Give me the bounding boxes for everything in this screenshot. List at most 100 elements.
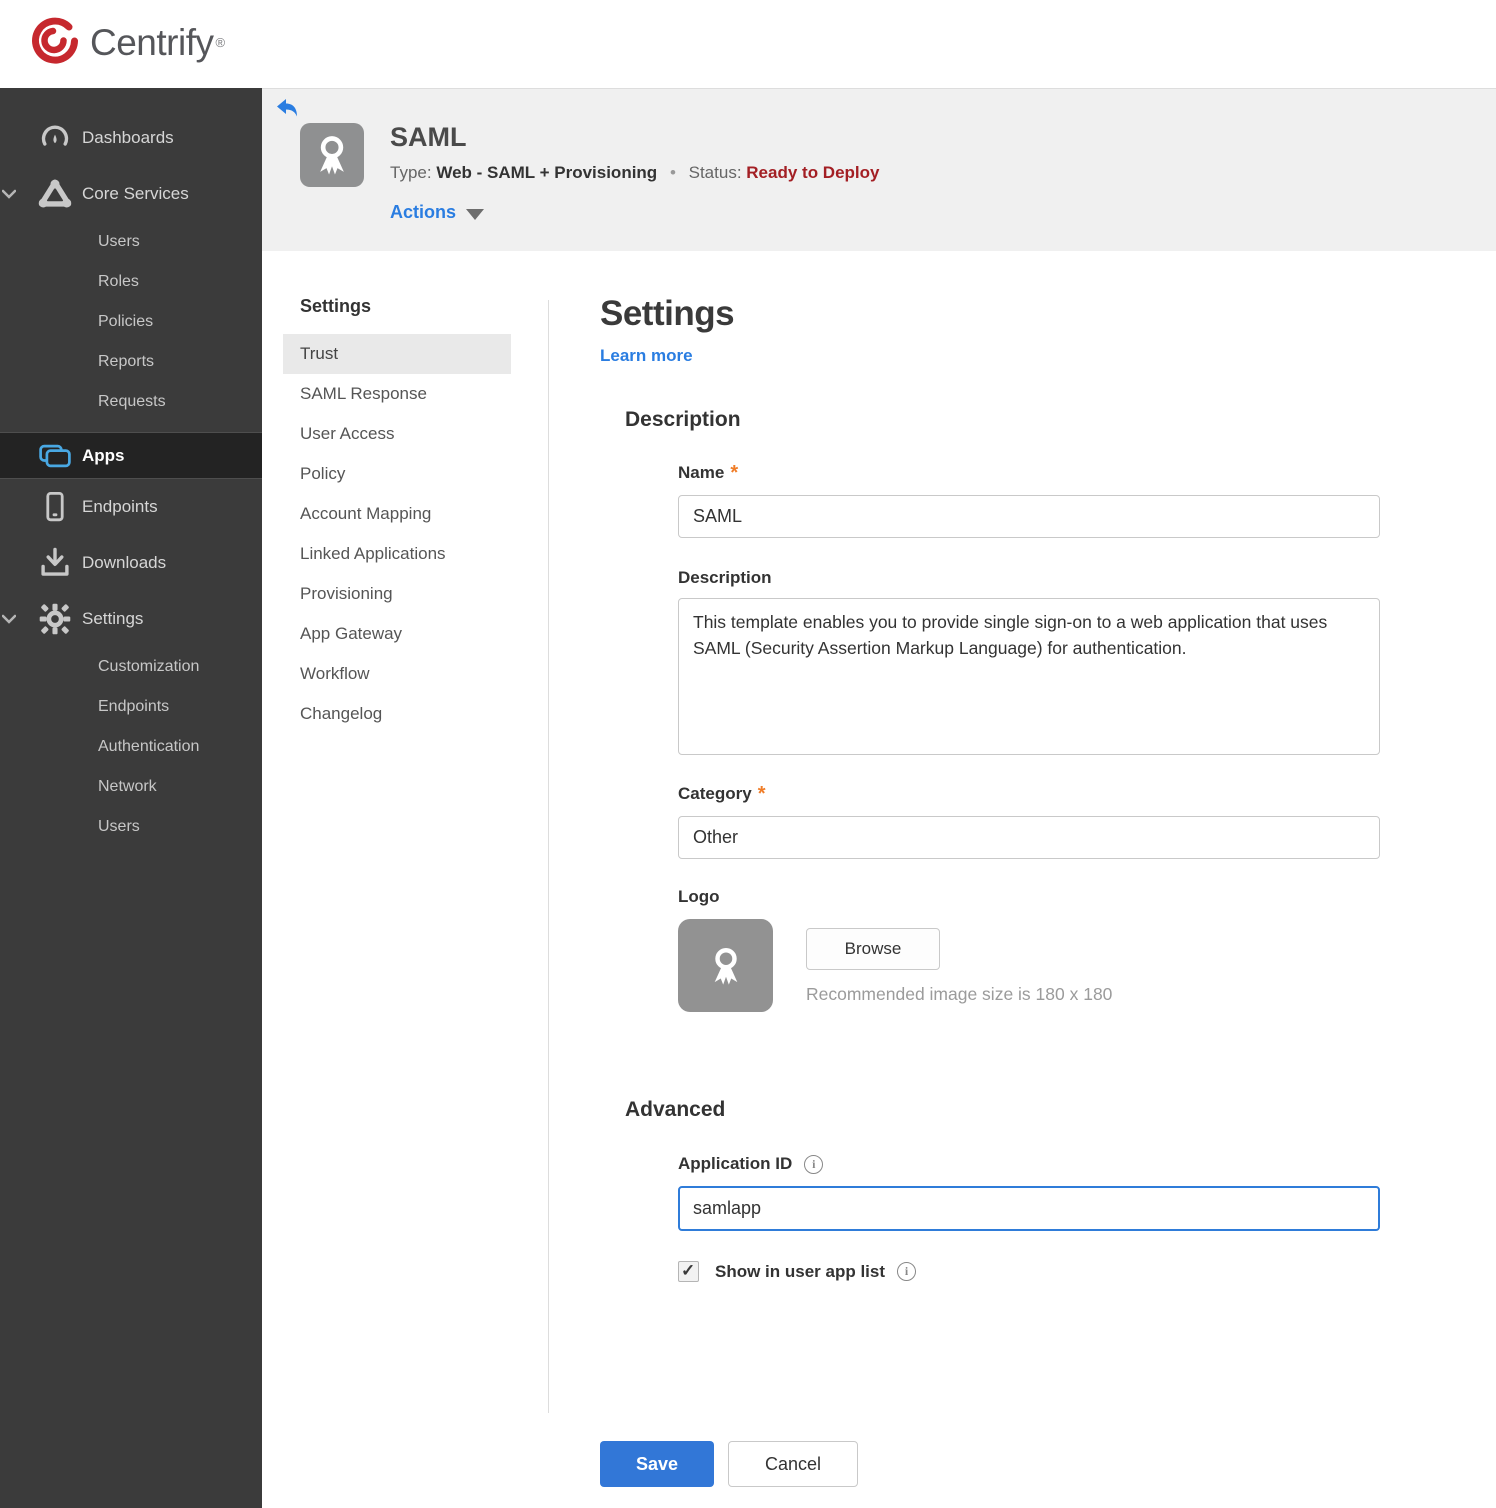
category-field[interactable] [678, 816, 1380, 859]
sidebar-item-label: Authentication [98, 738, 200, 755]
description-field[interactable]: This template enables you to provide sin… [678, 598, 1380, 755]
sidebar-item-label: Roles [98, 273, 139, 290]
sidebar-item-dashboards[interactable]: Dashboards [0, 110, 262, 166]
category-label: Category [678, 784, 752, 803]
ribbon-icon [714, 947, 737, 985]
name-label: Name [678, 463, 725, 482]
ribbon-icon [320, 136, 344, 175]
sidebar-item-label: Requests [98, 393, 166, 410]
meta-separator: • [669, 163, 676, 182]
tab-changelog[interactable]: Changelog [283, 694, 511, 734]
learn-more-link[interactable]: Learn more [600, 346, 693, 366]
description-section-heading: Description [625, 408, 741, 431]
sidebar-item-label: Apps [82, 445, 125, 465]
download-icon [36, 544, 74, 582]
top-bar: Centrify ® [0, 0, 1496, 88]
sidebar-item-customization[interactable]: Customization [0, 647, 262, 687]
sidebar-item-requests[interactable]: Requests [0, 382, 262, 422]
back-arrow-icon[interactable] [276, 98, 298, 118]
app-header: SAML Type: Web - SAML + Provisioning • S… [262, 88, 1496, 251]
form-footer: Save Cancel [600, 1441, 858, 1487]
settings-subnav: Settings Trust SAML Response User Access… [283, 296, 511, 734]
tab-account-mapping[interactable]: Account Mapping [283, 494, 511, 534]
app-title: SAML [390, 122, 467, 152]
subnav-header: Settings [300, 296, 372, 316]
sidebar-item-label: Downloads [82, 553, 167, 572]
advanced-section-heading: Advanced [625, 1098, 726, 1121]
sidebar-item-label: Dashboards [82, 128, 174, 147]
browse-button[interactable]: Browse [806, 928, 940, 970]
cancel-button[interactable]: Cancel [728, 1441, 858, 1487]
sidebar-item-users[interactable]: Users [0, 222, 262, 262]
sidebar-item-settings[interactable]: Settings [0, 591, 262, 647]
sidebar-item-settings-endpoints[interactable]: Endpoints [0, 687, 262, 727]
sidebar-item-label: Users [98, 233, 140, 250]
sidebar-item-roles[interactable]: Roles [0, 262, 262, 302]
save-button[interactable]: Save [600, 1441, 714, 1487]
tab-user-access[interactable]: User Access [283, 414, 511, 454]
sidebar-item-settings-users[interactable]: Users [0, 807, 262, 847]
tab-policy[interactable]: Policy [283, 454, 511, 494]
sidebar-item-reports[interactable]: Reports [0, 342, 262, 382]
type-label: Type: [390, 163, 432, 182]
tab-app-gateway[interactable]: App Gateway [283, 614, 511, 654]
sidebar-item-label: Policies [98, 313, 154, 330]
content-divider [548, 300, 549, 1413]
sidebar-item-label: Users [98, 818, 140, 835]
main-content: Settings Learn more Description Name * De… [600, 288, 1380, 1487]
tab-provisioning[interactable]: Provisioning [283, 574, 511, 614]
tab-trust[interactable]: Trust [283, 334, 511, 374]
name-field[interactable] [678, 495, 1380, 538]
tab-saml-response[interactable]: SAML Response [283, 374, 511, 414]
endpoint-icon [36, 488, 74, 526]
sidebar-item-endpoints[interactable]: Endpoints [0, 479, 262, 535]
sidebar-item-label: Settings [82, 609, 144, 628]
info-icon[interactable] [804, 1154, 824, 1174]
actions-menu[interactable]: Actions [390, 202, 485, 223]
logo-size-hint: Recommended image size is 180 x 180 [806, 984, 1113, 1004]
actions-label: Actions [390, 202, 457, 222]
gauge-icon [36, 119, 74, 157]
page-title: Settings [600, 294, 735, 333]
sidebar-item-label: Customization [98, 658, 200, 675]
app-logo-badge [300, 123, 364, 187]
logo-preview [678, 919, 773, 1012]
sidebar-item-downloads[interactable]: Downloads [0, 535, 262, 591]
sidebar-item-network[interactable]: Network [0, 767, 262, 807]
required-asterisk: * [757, 783, 766, 805]
status-value: Ready to Deploy [746, 163, 880, 182]
sidebar-item-label: Endpoints [82, 497, 158, 516]
application-id-field[interactable] [678, 1186, 1380, 1231]
sidebar-item-core-services[interactable]: Core Services [0, 166, 262, 222]
sidebar-item-apps[interactable]: Apps [0, 432, 262, 479]
sidebar-item-policies[interactable]: Policies [0, 302, 262, 342]
chevron-down-icon[interactable] [1, 187, 17, 201]
sidebar-item-label: Core Services [82, 184, 189, 203]
show-in-user-app-list-checkbox[interactable] [678, 1261, 699, 1282]
core-services-icon [36, 175, 74, 213]
sidebar-item-label: Endpoints [98, 698, 170, 715]
tab-linked-applications[interactable]: Linked Applications [283, 534, 511, 574]
sidebar-item-authentication[interactable]: Authentication [0, 727, 262, 767]
app-meta: Type: Web - SAML + Provisioning • Status… [390, 163, 879, 183]
info-icon[interactable] [897, 1262, 917, 1281]
page: Centrify ® Dashboards Core Services User… [0, 0, 1496, 1508]
logo-label: Logo [678, 887, 720, 906]
sidebar-item-label: Network [98, 778, 157, 795]
type-value: Web - SAML + Provisioning [436, 163, 658, 182]
show-in-user-app-list-label: Show in user app list [715, 1261, 886, 1281]
apps-icon [36, 437, 74, 475]
gear-icon [36, 600, 74, 638]
sidebar: Dashboards Core Services Users Roles Pol… [0, 88, 262, 1508]
caret-down-icon [466, 208, 485, 220]
chevron-down-icon[interactable] [1, 612, 17, 626]
description-label: Description [678, 568, 772, 587]
brand-trademark: ® [215, 35, 226, 50]
sidebar-item-label: Reports [98, 353, 155, 370]
application-id-label: Application ID [678, 1154, 793, 1173]
centrify-swirl-icon [28, 14, 80, 71]
brand-name: Centrify [90, 21, 214, 63]
brand-logo: Centrify ® [28, 14, 225, 71]
tab-workflow[interactable]: Workflow [283, 654, 511, 694]
status-label: Status: [688, 163, 742, 182]
